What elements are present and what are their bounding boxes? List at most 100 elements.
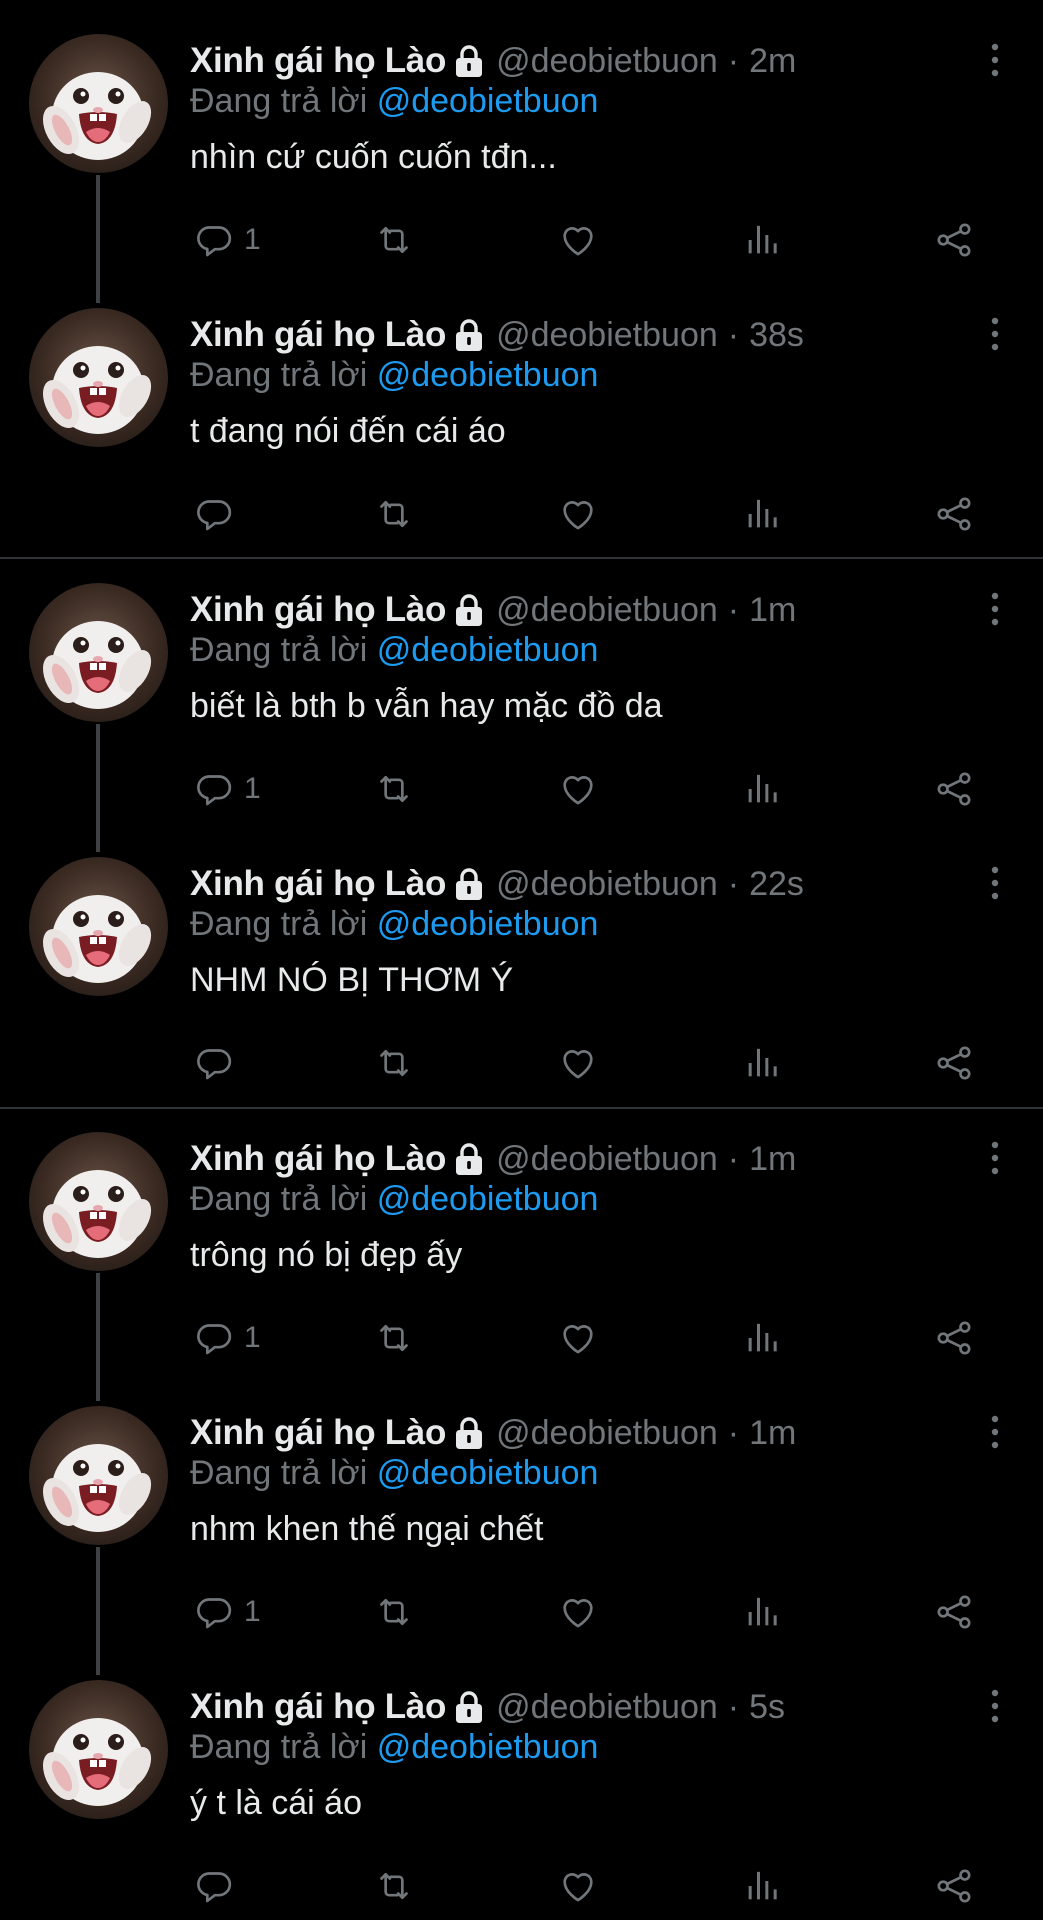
- mention-link[interactable]: @deobietbuon: [377, 1180, 599, 1218]
- timestamp[interactable]: 1m: [749, 1140, 796, 1179]
- handle[interactable]: @deobietbuon: [496, 591, 718, 630]
- tweet-header: Xinh gái họ Lào @deobietbuon · 1m: [190, 1136, 796, 1182]
- tweet[interactable]: Xinh gái họ Lào @deobietbuon · 38s Đang …: [0, 274, 1043, 548]
- tweet-text: nhm khen thế ngại chết: [190, 1510, 544, 1548]
- retweet-icon: [374, 1318, 414, 1358]
- timestamp[interactable]: 1m: [749, 1414, 796, 1453]
- reply-button[interactable]: 1: [194, 1590, 261, 1634]
- mention-link[interactable]: @deobietbuon: [377, 905, 599, 943]
- share-icon: [934, 1866, 974, 1906]
- more-vertical-icon[interactable]: [987, 1414, 1003, 1450]
- share-button[interactable]: [934, 1041, 974, 1085]
- reply-button[interactable]: [194, 1041, 244, 1085]
- display-name[interactable]: Xinh gái họ Lào: [190, 590, 446, 630]
- mention-link[interactable]: @deobietbuon: [377, 631, 599, 669]
- share-button[interactable]: [934, 218, 974, 262]
- reply-button[interactable]: [194, 1864, 244, 1908]
- reply-button[interactable]: 1: [194, 767, 261, 811]
- avatar[interactable]: [29, 1132, 168, 1271]
- tweet[interactable]: Xinh gái họ Lào @deobietbuon · 1m Đang t…: [0, 1098, 1043, 1401]
- like-button[interactable]: [558, 1590, 598, 1634]
- mention-link[interactable]: @deobietbuon: [377, 82, 599, 120]
- tweet-header: Xinh gái họ Lào @deobietbuon · 1m: [190, 1410, 796, 1456]
- retweet-button[interactable]: [374, 1041, 414, 1085]
- tweet[interactable]: Xinh gái họ Lào @deobietbuon · 5s Đang t…: [0, 1646, 1043, 1920]
- retweet-button[interactable]: [374, 1864, 414, 1908]
- share-button[interactable]: [934, 767, 974, 811]
- timestamp[interactable]: 22s: [749, 865, 804, 904]
- share-button[interactable]: [934, 1864, 974, 1908]
- tweet[interactable]: Xinh gái họ Lào @deobietbuon · 1m Đang t…: [0, 1372, 1043, 1675]
- action-bar: [190, 1864, 990, 1908]
- tweet-header: Xinh gái họ Lào @deobietbuon · 38s: [190, 312, 804, 358]
- mention-link[interactable]: @deobietbuon: [377, 1728, 599, 1766]
- timestamp[interactable]: 5s: [749, 1688, 785, 1727]
- avatar[interactable]: [29, 857, 168, 996]
- views-button[interactable]: [742, 767, 782, 811]
- mention-link[interactable]: @deobietbuon: [377, 356, 599, 394]
- retweet-icon: [374, 1043, 414, 1083]
- more-vertical-icon[interactable]: [987, 1140, 1003, 1176]
- retweet-button[interactable]: [374, 218, 414, 262]
- mention-link[interactable]: @deobietbuon: [377, 1454, 599, 1492]
- action-bar: 1: [190, 1590, 990, 1634]
- handle[interactable]: @deobietbuon: [496, 865, 718, 904]
- views-button[interactable]: [742, 1041, 782, 1085]
- more-vertical-icon[interactable]: [987, 591, 1003, 627]
- timestamp[interactable]: 1m: [749, 591, 796, 630]
- reply-button[interactable]: [194, 492, 244, 536]
- like-button[interactable]: [558, 1864, 598, 1908]
- tweet[interactable]: Xinh gái họ Lào @deobietbuon · 2m Đang t…: [0, 0, 1043, 303]
- like-button[interactable]: [558, 767, 598, 811]
- avatar[interactable]: [29, 1406, 168, 1545]
- reply-icon: [194, 494, 234, 534]
- views-button[interactable]: [742, 218, 782, 262]
- more-vertical-icon[interactable]: [987, 1688, 1003, 1724]
- handle[interactable]: @deobietbuon: [496, 1414, 718, 1453]
- retweet-button[interactable]: [374, 767, 414, 811]
- avatar[interactable]: [29, 583, 168, 722]
- views-button[interactable]: [742, 492, 782, 536]
- timestamp[interactable]: 38s: [749, 316, 804, 355]
- share-button[interactable]: [934, 1316, 974, 1360]
- tweet[interactable]: Xinh gái họ Lào @deobietbuon · 1m Đang t…: [0, 549, 1043, 852]
- more-vertical-icon[interactable]: [987, 316, 1003, 352]
- action-bar: [190, 492, 990, 536]
- display-name[interactable]: Xinh gái họ Lào: [190, 1687, 446, 1727]
- share-button[interactable]: [934, 1590, 974, 1634]
- like-button[interactable]: [558, 218, 598, 262]
- like-button[interactable]: [558, 492, 598, 536]
- share-button[interactable]: [934, 492, 974, 536]
- timestamp[interactable]: 2m: [749, 42, 796, 81]
- like-button[interactable]: [558, 1316, 598, 1360]
- display-name[interactable]: Xinh gái họ Lào: [190, 315, 446, 355]
- display-name[interactable]: Xinh gái họ Lào: [190, 864, 446, 904]
- reply-count: 1: [244, 1595, 261, 1628]
- replying-to: Đang trả lời @deobietbuon: [190, 1454, 598, 1493]
- display-name[interactable]: Xinh gái họ Lào: [190, 1413, 446, 1453]
- handle[interactable]: @deobietbuon: [496, 1688, 718, 1727]
- reply-button[interactable]: 1: [194, 218, 261, 262]
- more-vertical-icon[interactable]: [987, 42, 1003, 78]
- retweet-button[interactable]: [374, 1316, 414, 1360]
- avatar[interactable]: [29, 1680, 168, 1819]
- tweet[interactable]: Xinh gái họ Lào @deobietbuon · 22s Đang …: [0, 823, 1043, 1097]
- separator-dot: ·: [727, 1413, 740, 1452]
- retweet-button[interactable]: [374, 492, 414, 536]
- handle[interactable]: @deobietbuon: [496, 316, 718, 355]
- more-vertical-icon[interactable]: [987, 865, 1003, 901]
- reply-count: 1: [244, 223, 261, 256]
- views-button[interactable]: [742, 1316, 782, 1360]
- views-button[interactable]: [742, 1590, 782, 1634]
- lock-icon: [454, 1142, 484, 1176]
- reply-button[interactable]: 1: [194, 1316, 261, 1360]
- avatar[interactable]: [29, 308, 168, 447]
- views-button[interactable]: [742, 1864, 782, 1908]
- like-button[interactable]: [558, 1041, 598, 1085]
- handle[interactable]: @deobietbuon: [496, 1140, 718, 1179]
- handle[interactable]: @deobietbuon: [496, 42, 718, 81]
- display-name[interactable]: Xinh gái họ Lào: [190, 1139, 446, 1179]
- display-name[interactable]: Xinh gái họ Lào: [190, 41, 446, 81]
- avatar[interactable]: [29, 34, 168, 173]
- retweet-button[interactable]: [374, 1590, 414, 1634]
